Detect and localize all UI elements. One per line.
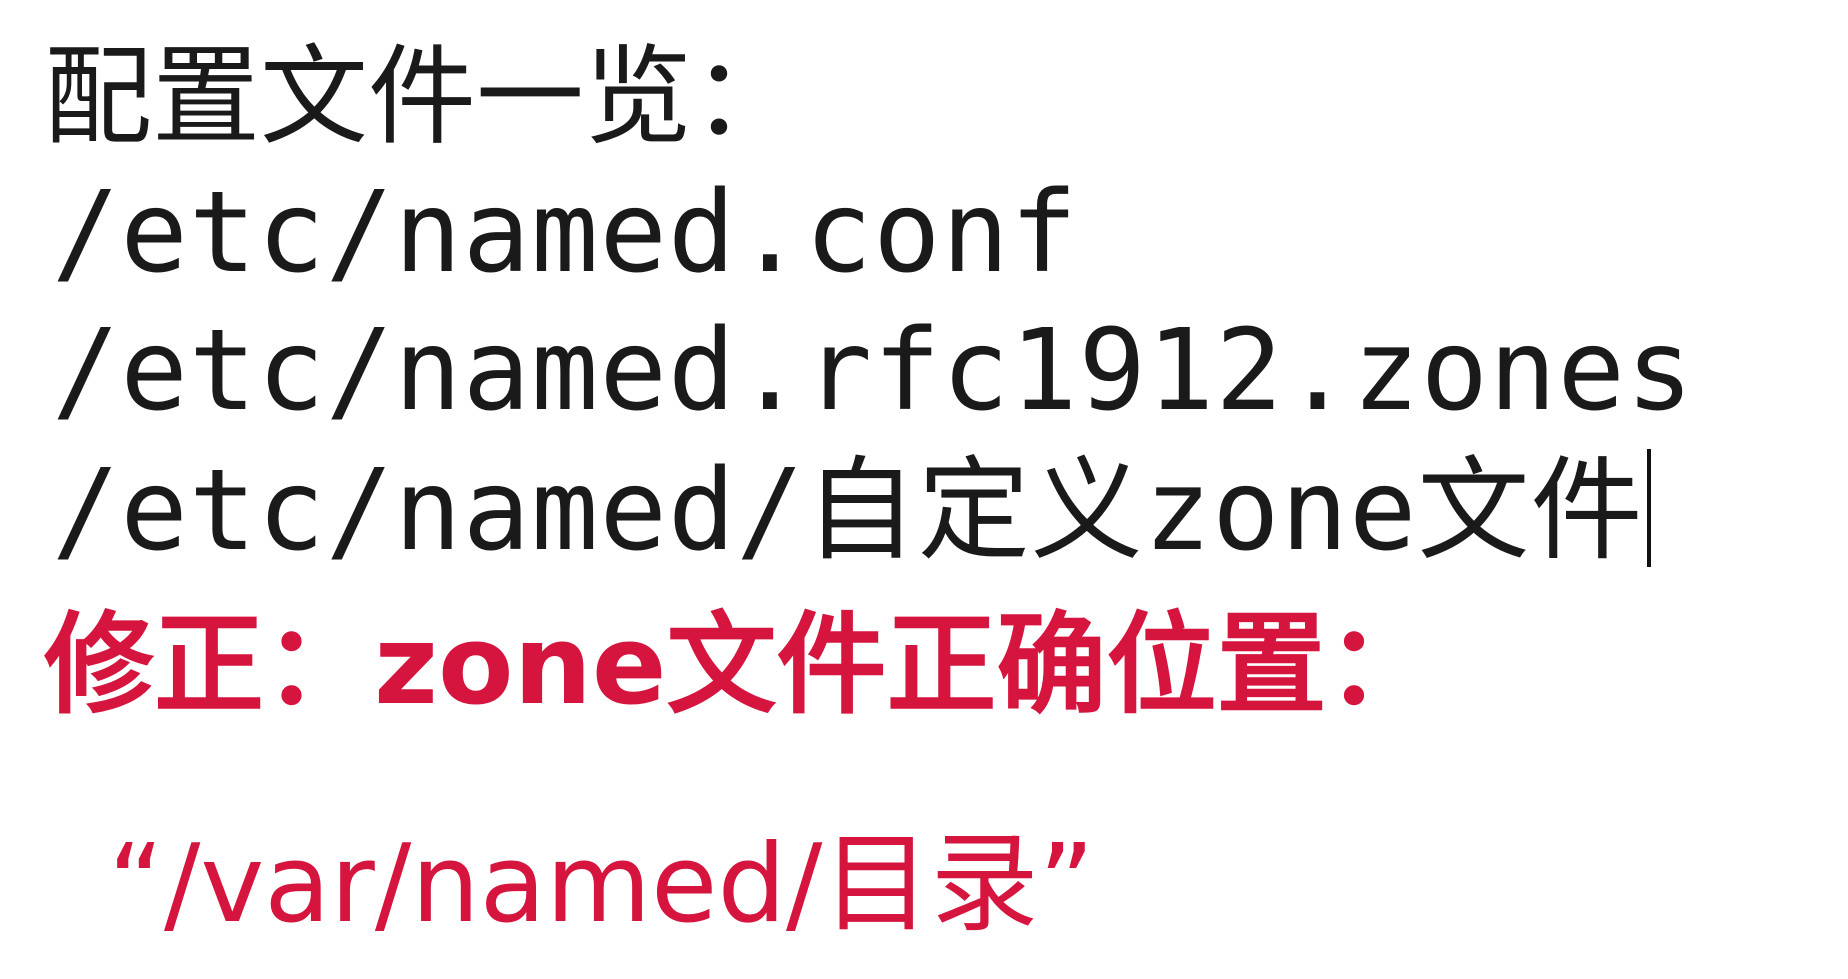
config-file-path-text: /etc/named/: [52, 446, 805, 576]
zone-file-location: “/var/named/目录”: [108, 822, 1095, 947]
config-file-path-tail: zone: [1143, 446, 1418, 576]
config-file-path-text: /etc/named.conf: [52, 168, 1079, 298]
config-files-heading: 配置文件一览：: [44, 35, 801, 160]
text-cursor: [1647, 449, 1652, 567]
config-file-path-cjk: 自定义: [804, 446, 1144, 576]
config-file-path: /etc/named.conf: [52, 168, 1078, 298]
config-file-path-text: /etc/named.rfc1912.zones: [52, 306, 1695, 436]
config-file-path-tail-cjk: 文件: [1417, 446, 1644, 576]
document-page: 配置文件一览： /etc/named.conf /etc/named.rfc19…: [0, 0, 1848, 979]
config-file-path: /etc/named.rfc1912.zones: [52, 306, 1694, 436]
config-file-path[interactable]: /etc/named/自定义zone文件: [52, 446, 1652, 576]
correction-label: 修正：zone文件正确位置：: [44, 601, 1437, 729]
